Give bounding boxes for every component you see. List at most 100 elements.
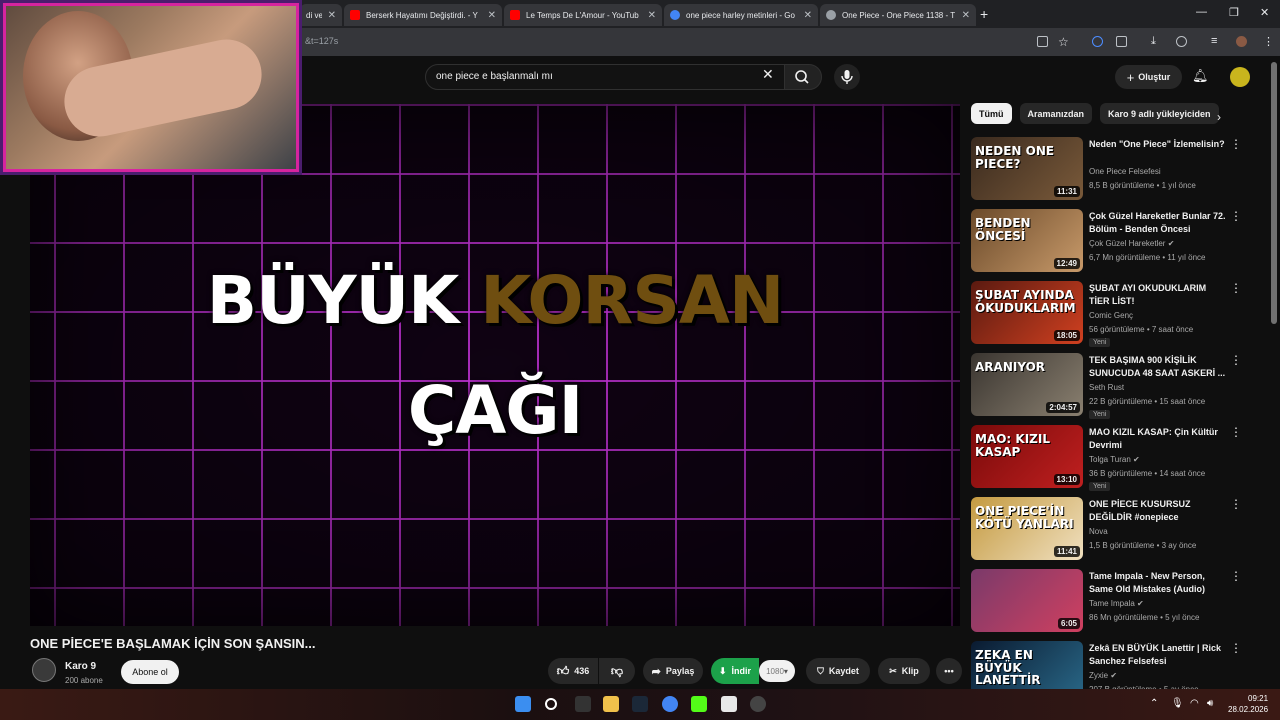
more-options-icon[interactable]: ⋮	[1230, 281, 1242, 295]
channel-name[interactable]: One Piece Felsefesi	[1089, 167, 1161, 176]
scrollbar[interactable]	[1271, 62, 1277, 324]
browser-tab[interactable]: one piece harley metinleri - Go ✕	[664, 4, 818, 26]
like-button[interactable]: 👍︎ 436	[548, 658, 598, 684]
app-icon[interactable]	[721, 696, 737, 712]
clear-search-icon[interactable]: ✕	[762, 66, 774, 83]
restore-icon[interactable]: ❐	[1229, 6, 1239, 19]
video-thumbnail[interactable]: ONE PIECE'İN KÖTÜ YANLARI 11:41	[971, 497, 1083, 560]
video-title[interactable]: Çok Güzel Hareketler Bunlar 72. Bölüm - …	[1089, 210, 1227, 236]
video-thumbnail[interactable]: 6:05	[971, 569, 1083, 632]
channel-name[interactable]: Nova	[1089, 527, 1108, 536]
video-title[interactable]: Zekâ EN BÜYÜK Lanettir | Rick Sanchez Fe…	[1089, 642, 1227, 668]
more-options-icon[interactable]: ⋮	[1230, 209, 1242, 223]
account-avatar[interactable]	[1230, 67, 1250, 87]
more-options-icon[interactable]: ⋮	[1230, 569, 1242, 583]
cast-icon[interactable]	[1037, 36, 1048, 47]
key-icon[interactable]	[1176, 36, 1187, 47]
share-button[interactable]: ➦ Paylaş	[643, 658, 703, 684]
channel-avatar[interactable]	[32, 658, 56, 682]
dislike-button[interactable]: 👎︎	[599, 658, 635, 684]
browser-tab[interactable]: Le Temps De L'Amour - YouTub ✕	[504, 4, 662, 26]
chevron-right-icon[interactable]: ›	[1217, 110, 1221, 124]
more-options-icon[interactable]: ⋮	[1230, 497, 1242, 511]
download-icon[interactable]: ⤓	[1151, 35, 1156, 48]
clip-button[interactable]: ✂ Klip	[878, 658, 930, 684]
video-thumbnail[interactable]: NEDEN ONE PIECE? 11:31	[971, 137, 1083, 200]
close-window-icon[interactable]: ✕	[1260, 6, 1269, 19]
video-title[interactable]: ONE PİECE KUSURSUZ DEĞİLDİR #onepiece	[1089, 498, 1227, 524]
kick-icon[interactable]	[691, 696, 707, 712]
video-thumbnail[interactable]: BENDEN ÖNCESİ 12:49	[971, 209, 1083, 272]
steam-icon[interactable]	[632, 696, 648, 712]
tray-wifi-icon[interactable]: ◠	[1190, 698, 1199, 709]
video-title[interactable]: MAO KIZIL KASAP: Çin Kültür Devrimi	[1089, 426, 1227, 452]
extension-icon[interactable]	[1092, 36, 1103, 47]
close-icon[interactable]: ✕	[962, 10, 970, 21]
taskbar-search-icon[interactable]	[545, 698, 557, 710]
channel-name[interactable]: Çok Güzel Hareketler ✔	[1089, 239, 1174, 248]
browser-tab[interactable]: One Piece - One Piece 1138 - T ✕	[820, 4, 976, 26]
video-title[interactable]: Tame Impala - New Person, Same Old Mista…	[1089, 570, 1227, 596]
chip-from-uploader[interactable]: Karo 9 adlı yükleyiciden	[1100, 103, 1219, 124]
recommended-video[interactable]: BENDEN ÖNCESİ 12:49 Çok Güzel Hareketler B…	[971, 209, 1251, 275]
more-options-icon[interactable]: ⋮	[1230, 353, 1242, 367]
channel-name[interactable]: Karo 9	[65, 661, 96, 672]
close-icon[interactable]: ✕	[804, 10, 812, 21]
recommended-video[interactable]: ARANIYOR 2:04:57 TEK BAŞIMA 900 KİŞİLİK SU…	[971, 353, 1251, 419]
menu-dots-icon[interactable]: ⋮	[1263, 35, 1274, 48]
windows-start-icon[interactable]	[515, 696, 531, 712]
notifications-bell-icon[interactable]: 🔔︎	[1192, 68, 1209, 84]
video-title[interactable]: TEK BAŞIMA 900 KİŞİLİK SUNUCUDA 48 SAAT …	[1089, 354, 1227, 380]
close-icon[interactable]: ✕	[648, 10, 656, 21]
channel-name[interactable]: Seth Rust	[1089, 383, 1124, 392]
channel-name[interactable]: Tame Impala ✔	[1089, 599, 1144, 608]
channel-name[interactable]: Tolga Turan ✔	[1089, 455, 1140, 464]
chrome-icon[interactable]	[662, 696, 678, 712]
profile-avatar[interactable]	[1236, 36, 1247, 47]
browser-tab[interactable]: Berserk Hayatımı Değiştirdi. - Y ✕	[344, 4, 502, 26]
more-options-icon[interactable]: ⋮	[1230, 425, 1242, 439]
save-button[interactable]: ⛉ Kaydet	[806, 658, 870, 684]
video-thumbnail[interactable]: MAO: KIZIL KASAP 13:10	[971, 425, 1083, 488]
channel-name[interactable]: Zyxie ✔	[1089, 671, 1117, 680]
bookmark-star-icon[interactable]: ☆	[1058, 35, 1069, 49]
video-thumbnail[interactable]: ARANIYOR 2:04:57	[971, 353, 1083, 416]
close-icon[interactable]: ✕	[328, 10, 336, 21]
create-button[interactable]: + Oluştur	[1115, 65, 1182, 89]
recommended-video[interactable]: ŞUBAT AYINDA OKUDUKLARIM 18:05 ŞUBAT AYI O…	[971, 281, 1251, 347]
tray-chevron-icon[interactable]: ⌃	[1150, 698, 1158, 709]
video-player[interactable]: BÜYÜK KORSAN ÇAĞI	[30, 104, 960, 626]
recommended-video[interactable]: MAO: KIZIL KASAP 13:10 MAO KIZIL KASAP: Çi…	[971, 425, 1251, 491]
minimize-icon[interactable]: —	[1196, 6, 1207, 18]
browser-tab[interactable]: di ve ✕	[300, 4, 342, 26]
quality-select[interactable]: 1080 ▾	[759, 660, 795, 682]
recommended-video[interactable]: NEDEN ONE PIECE? 11:31 Neden "One Piece" İ…	[971, 137, 1251, 203]
search-input[interactable]: one piece e başlanmalı mı	[425, 64, 785, 90]
close-icon[interactable]: ✕	[488, 10, 496, 21]
download-button[interactable]: ⬇ İndir	[711, 658, 759, 684]
file-explorer-icon[interactable]	[603, 696, 619, 712]
recommended-video[interactable]: 6:05 Tame Impala - New Person, Same Old M…	[971, 569, 1251, 635]
search-button[interactable]	[784, 64, 822, 90]
video-title[interactable]: ŞUBAT AYI OKUDUKLARIM TİER LİST!	[1089, 282, 1227, 308]
subscribe-button[interactable]: Abone ol	[121, 660, 179, 684]
video-title[interactable]: Neden "One Piece" İzlemelisin?	[1089, 138, 1227, 151]
tray-volume-icon[interactable]: 🔊︎	[1207, 698, 1213, 709]
reading-list-icon[interactable]: ≡	[1211, 35, 1217, 47]
new-tab-icon[interactable]: +	[980, 6, 988, 22]
puzzle-icon[interactable]	[1116, 36, 1127, 47]
url-field[interactable]: &t=127s	[305, 36, 338, 46]
more-options-icon[interactable]: ⋮	[1230, 641, 1242, 655]
channel-name[interactable]: Comic Genç	[1089, 311, 1133, 320]
voice-search-button[interactable]	[834, 64, 860, 90]
app-icon[interactable]	[575, 696, 591, 712]
more-options-icon[interactable]: ⋮	[1230, 137, 1242, 151]
tray-mic-icon[interactable]: 🎙︎	[1171, 698, 1184, 709]
more-actions-button[interactable]: •••	[936, 658, 962, 684]
obs-icon[interactable]	[750, 696, 766, 712]
video-thumbnail[interactable]: ŞUBAT AYINDA OKUDUKLARIM 18:05	[971, 281, 1083, 344]
chip-all[interactable]: Tümü	[971, 103, 1012, 124]
chip-from-search[interactable]: Aramanızdan	[1019, 103, 1093, 124]
taskbar-clock[interactable]: 09:21 28.02.2026	[1228, 693, 1268, 715]
recommended-video[interactable]: ONE PIECE'İN KÖTÜ YANLARI 11:41 ONE PİECE …	[971, 497, 1251, 563]
